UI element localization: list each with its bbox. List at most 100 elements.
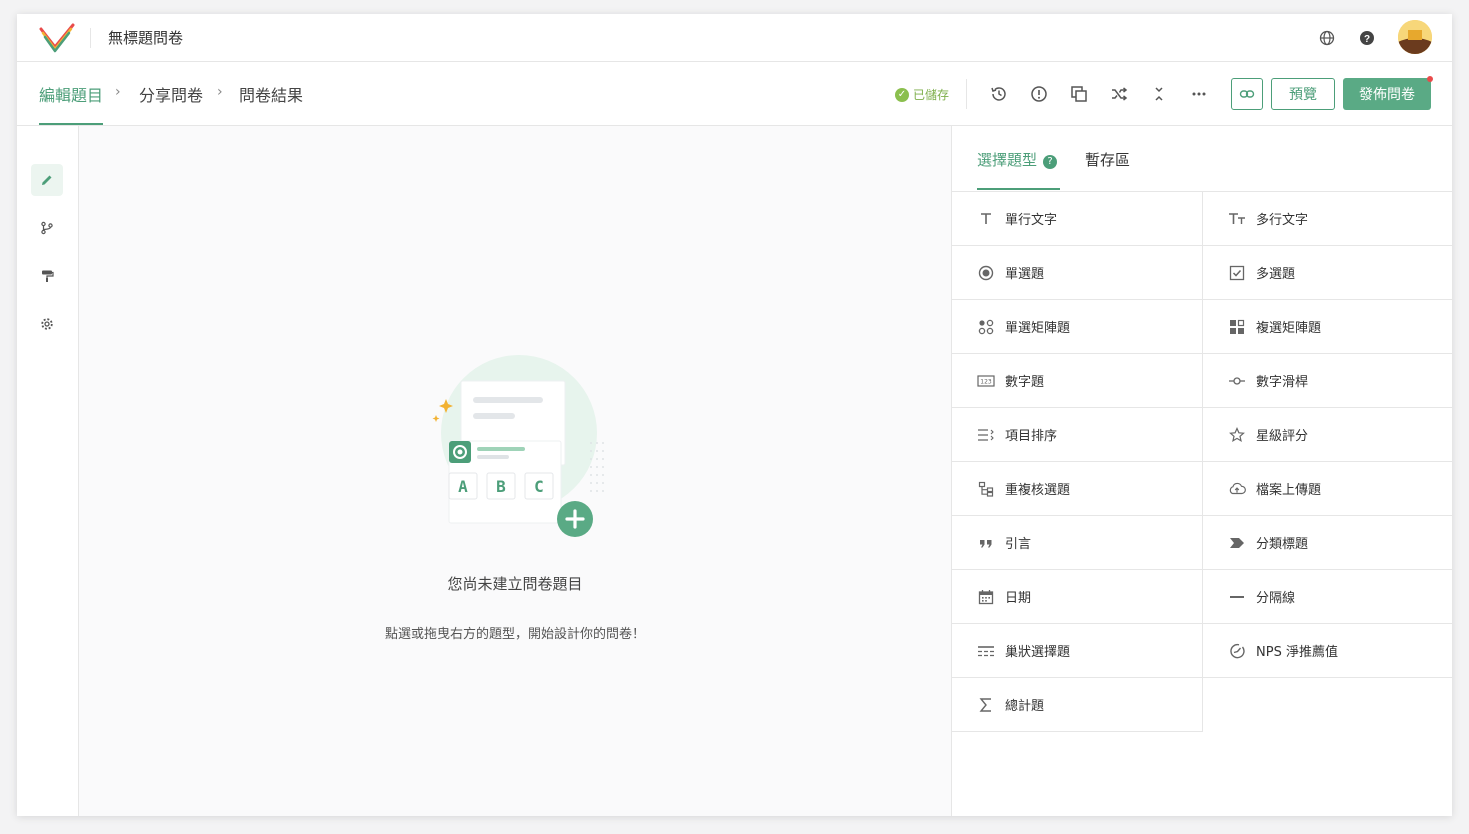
shuffle-icon[interactable]: [1109, 84, 1129, 104]
question-type-item[interactable]: 123 數字題: [952, 354, 1203, 408]
question-type-item[interactable]: 單選矩陣題: [952, 300, 1203, 354]
question-type-item[interactable]: 分類標題: [1203, 516, 1452, 570]
hierarchy-icon: [977, 480, 995, 498]
toolbar-divider: [966, 79, 967, 109]
active-tab-indicator: [977, 188, 1060, 190]
question-type-item[interactable]: 巢狀選擇題: [952, 624, 1203, 678]
question-type-item[interactable]: 單選題: [952, 246, 1203, 300]
question-type-label: 重複核選題: [1005, 483, 1071, 498]
question-type-item[interactable]: NPS 淨推薦值: [1203, 624, 1452, 678]
cloud-upload-icon: [1228, 480, 1246, 498]
svg-text:B: B: [496, 477, 506, 496]
question-type-item[interactable]: 項目排序: [952, 408, 1203, 462]
question-type-item[interactable]: 單行文字: [952, 192, 1203, 246]
question-type-label: 單選矩陣題: [1005, 321, 1071, 336]
question-type-grid: 單行文字 多行文字單選題 多選題單選矩陣題 複選矩陣題 123 數字題 數字滑桿項目排序 星級…: [952, 191, 1452, 732]
gear-icon[interactable]: [31, 308, 63, 340]
question-type-label: 單行文字: [1005, 213, 1058, 228]
link-icon: [1239, 90, 1255, 98]
question-type-label: 多行文字: [1256, 213, 1309, 228]
question-type-item[interactable]: 分隔線: [1203, 570, 1452, 624]
question-type-item[interactable]: 引言: [952, 516, 1203, 570]
preview-button[interactable]: 預覽: [1271, 78, 1335, 110]
editor-canvas[interactable]: A B C 您尚未建立問卷題目 點選或拖曳右方的題型，開始設計你的問卷！: [79, 126, 951, 816]
notification-dot: [1427, 76, 1433, 82]
quote-icon: [977, 534, 995, 552]
text-size-icon: [1228, 210, 1246, 228]
question-type-item[interactable]: 多行文字: [1203, 192, 1452, 246]
survey-title[interactable]: 無標題問卷: [108, 27, 183, 48]
tag-icon: [1228, 534, 1246, 552]
app-window: 無標題問卷 ? 編輯題目 › 分享問卷 › 問卷結果 ✓ 已儲存 預覽 發佈問卷…: [17, 14, 1452, 816]
question-type-label: 檔案上傳題: [1256, 483, 1322, 498]
divider-icon: [1228, 588, 1246, 606]
duplicate-icon[interactable]: [1069, 84, 1089, 104]
question-type-label: 複選矩陣題: [1256, 321, 1322, 336]
tab-question-types[interactable]: 選擇題型?: [977, 149, 1058, 170]
help-icon[interactable]: ?: [1043, 154, 1058, 169]
svg-text:C: C: [534, 477, 544, 496]
question-type-label: 多選題: [1256, 267, 1296, 282]
checkbox-icon: [1228, 264, 1246, 282]
chevron-right-icon: ›: [217, 84, 223, 100]
logo-icon[interactable]: [39, 23, 75, 53]
tab-staging-area[interactable]: 暫存區: [1085, 149, 1130, 170]
more-icon[interactable]: [1189, 84, 1209, 104]
calendar-icon: [977, 588, 995, 606]
question-type-label: 巢狀選擇題: [1005, 645, 1071, 660]
question-type-item[interactable]: 複選矩陣題: [1203, 300, 1452, 354]
question-type-label: 項目排序: [1005, 429, 1058, 444]
star-icon: [1228, 426, 1246, 444]
saved-label: 已儲存: [913, 88, 950, 102]
radio-matrix-icon: [977, 318, 995, 336]
question-type-label: 引言: [1005, 537, 1032, 552]
question-type-label: 數字滑桿: [1256, 375, 1309, 390]
tab-survey-results[interactable]: 問卷結果: [239, 82, 303, 106]
title-divider: [90, 28, 91, 48]
empty-state-title: 您尚未建立問卷題目: [447, 575, 583, 593]
svg-text:123: 123: [980, 378, 992, 385]
question-type-item[interactable]: 重複核選題: [952, 462, 1203, 516]
publish-button[interactable]: 發佈問卷: [1343, 78, 1431, 110]
history-icon[interactable]: [989, 84, 1009, 104]
text-icon: [977, 210, 995, 228]
left-rail: [17, 126, 79, 816]
tab-share-survey[interactable]: 分享問卷: [139, 82, 203, 106]
tab-edit-questions[interactable]: 編輯題目: [39, 82, 103, 106]
question-type-item[interactable]: 檔案上傳題: [1203, 462, 1452, 516]
question-type-item[interactable]: 數字滑桿: [1203, 354, 1452, 408]
help-icon[interactable]: ?: [1357, 28, 1377, 48]
question-type-label: 單選題: [1005, 267, 1045, 282]
alert-icon[interactable]: [1029, 84, 1049, 104]
empty-state-illustration: A B C: [432, 355, 604, 537]
check-icon: ✓: [895, 87, 909, 102]
svg-text:?: ?: [1364, 34, 1370, 45]
sort-icon: [977, 426, 995, 444]
question-type-item[interactable]: 總計題: [952, 678, 1203, 732]
empty-state-subtitle: 點選或拖曳右方的題型，開始設計你的問卷！: [384, 627, 645, 642]
saved-status: ✓ 已儲存: [895, 86, 949, 103]
svg-text:A: A: [458, 477, 468, 496]
question-type-label: 數字題: [1005, 375, 1045, 390]
collapse-icon[interactable]: [1149, 84, 1169, 104]
branch-icon[interactable]: [31, 212, 63, 244]
question-type-label: 分隔線: [1256, 591, 1296, 606]
paint-roller-icon[interactable]: [31, 260, 63, 292]
question-type-label: 分類標題: [1256, 537, 1309, 552]
avatar[interactable]: [1398, 20, 1432, 54]
question-type-label: 日期: [1005, 591, 1032, 606]
question-type-item[interactable]: 多選題: [1203, 246, 1452, 300]
tab-question-types-label: 選擇題型: [977, 151, 1038, 169]
globe-icon[interactable]: [1317, 28, 1337, 48]
number-icon: 123: [977, 372, 995, 390]
copy-link-button[interactable]: [1231, 78, 1263, 110]
gauge-icon: [1228, 642, 1246, 660]
question-type-item[interactable]: 日期: [952, 570, 1203, 624]
top-bar: 無標題問卷 ?: [17, 14, 1452, 62]
pencil-icon[interactable]: [31, 164, 63, 196]
question-type-item[interactable]: 星級評分: [1203, 408, 1452, 462]
nav-bar: 編輯題目 › 分享問卷 › 問卷結果 ✓ 已儲存 預覽 發佈問卷: [17, 62, 1452, 126]
slider-icon: [1228, 372, 1246, 390]
chevron-right-icon: ›: [115, 84, 121, 100]
question-type-label: 星級評分: [1256, 429, 1309, 444]
